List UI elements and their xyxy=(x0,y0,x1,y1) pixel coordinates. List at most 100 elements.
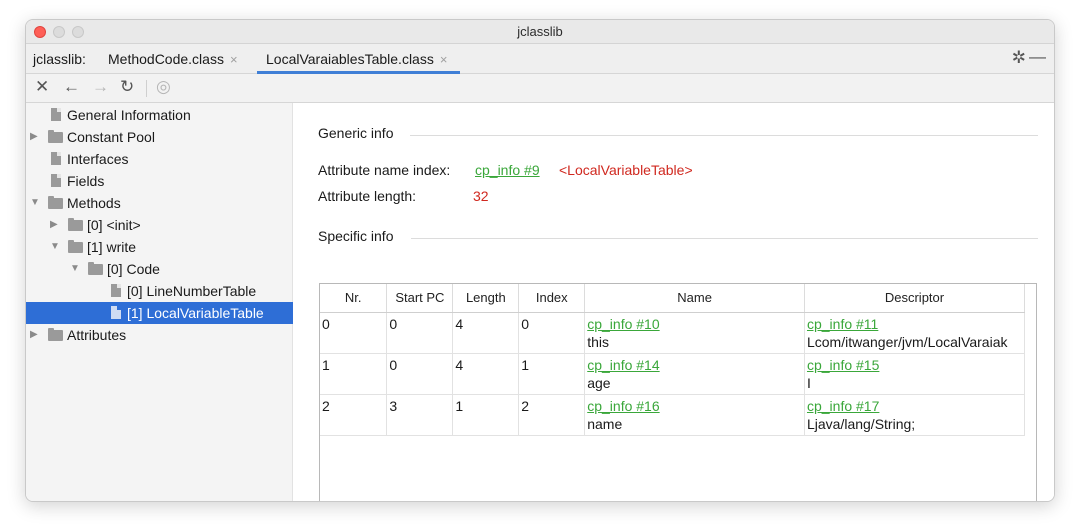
close-icon[interactable]: ✕ xyxy=(35,77,49,97)
title-bar: jclasslib xyxy=(26,20,1054,44)
app-window: jclasslib jclasslib: MethodCode.class × L… xyxy=(25,19,1055,502)
attr-name-index-link[interactable]: cp_info #9 xyxy=(475,162,540,178)
name-value: age xyxy=(587,374,611,391)
tab-label: LocalVaraiablesTable.class xyxy=(266,51,434,67)
tree-item-constant-pool[interactable]: ▶ Constant Pool xyxy=(26,126,293,148)
file-icon xyxy=(51,174,61,187)
tab-close-icon[interactable]: × xyxy=(230,52,238,67)
minimize-panel-icon[interactable]: — xyxy=(1029,47,1046,67)
collapse-arrow-icon[interactable]: ▼ xyxy=(30,192,40,214)
section-divider xyxy=(411,238,1038,239)
cell-name: cp_info #14 age xyxy=(584,353,805,395)
name-value: name xyxy=(587,415,623,432)
forward-icon[interactable]: → xyxy=(92,77,109,97)
attr-name-index-value: <LocalVariableTable> xyxy=(559,162,693,178)
section-divider xyxy=(410,135,1038,136)
cell-length: 1 xyxy=(452,394,520,436)
name-cp-link[interactable]: cp_info #14 xyxy=(587,356,802,374)
cell-nr: 2 xyxy=(320,394,388,436)
cell-nr: 0 xyxy=(320,312,388,354)
window-title: jclasslib xyxy=(517,24,563,39)
table-row[interactable]: 2 3 1 2 cp_info #16 name cp_info #17 Ljava… xyxy=(320,394,1026,436)
cell-start-pc: 3 xyxy=(386,394,454,436)
file-icon xyxy=(111,306,121,319)
detail-pane: Generic info Attribute name index: cp_in… xyxy=(293,103,1054,501)
cell-descriptor: cp_info #11 Lcom/itwanger/jvm/LocalVaraia… xyxy=(804,312,1026,354)
cell-name: cp_info #10 this xyxy=(584,312,805,354)
cell-index: 0 xyxy=(518,312,586,354)
class-tree: General Information ▶ Constant Pool Inte… xyxy=(26,103,293,501)
tree-item-code[interactable]: ▼ [0] Code xyxy=(26,258,293,280)
refresh-icon[interactable]: ↻ xyxy=(120,77,134,97)
file-icon xyxy=(51,108,61,121)
window-controls xyxy=(34,26,84,38)
tab-bar: jclasslib: MethodCode.class × LocalVaraia… xyxy=(26,44,1054,74)
tree-item-interfaces[interactable]: Interfaces xyxy=(26,148,293,170)
back-icon[interactable]: ← xyxy=(63,77,80,97)
gear-icon[interactable]: ✲ xyxy=(1012,48,1026,68)
section-title-generic-info: Generic info xyxy=(318,125,394,141)
tree-item-label: [0] <init> xyxy=(87,217,141,233)
name-value: this xyxy=(587,333,610,350)
attr-length-label: Attribute length: xyxy=(318,188,417,204)
column-header-name[interactable]: Name xyxy=(584,284,805,313)
tab-methodcode[interactable]: MethodCode.class × xyxy=(108,51,238,67)
cell-index: 2 xyxy=(518,394,586,436)
folder-icon xyxy=(68,240,83,253)
folder-icon xyxy=(68,218,83,231)
tab-localvariablestable[interactable]: LocalVaraiablesTable.class × xyxy=(266,51,447,67)
cell-start-pc: 0 xyxy=(386,312,454,354)
toolbar: ✕ ← → ↻ ◎ xyxy=(26,74,1054,103)
column-header-nr[interactable]: Nr. xyxy=(320,284,388,313)
column-header-length[interactable]: Length xyxy=(452,284,520,313)
cell-start-pc: 0 xyxy=(386,353,454,395)
descriptor-cp-link[interactable]: cp_info #15 xyxy=(807,356,1022,374)
cell-length: 4 xyxy=(452,312,520,354)
column-header-descriptor[interactable]: Descriptor xyxy=(804,284,1026,313)
tree-item-label: [0] LineNumberTable xyxy=(127,283,257,299)
table: Nr. Start PC Length Index Name Descripto… xyxy=(320,284,1026,436)
name-cp-link[interactable]: cp_info #16 xyxy=(587,397,802,415)
descriptor-value: I xyxy=(806,374,811,391)
tree-item-label: [1] LocalVariableTable xyxy=(127,305,264,321)
column-header-start-pc[interactable]: Start PC xyxy=(386,284,454,313)
collapse-arrow-icon[interactable]: ▼ xyxy=(70,258,80,280)
folder-icon xyxy=(48,328,63,341)
tree-item-label: Interfaces xyxy=(67,151,129,167)
tree-item-label: Attributes xyxy=(67,327,127,343)
tree-item-local-variable-table[interactable]: [1] LocalVariableTable xyxy=(26,302,293,324)
tree-item-method-init[interactable]: ▶ [0] <init> xyxy=(26,214,293,236)
tree-item-fields[interactable]: Fields xyxy=(26,170,293,192)
cell-descriptor: cp_info #15 I xyxy=(804,353,1026,395)
tree-item-line-number-table[interactable]: [0] LineNumberTable xyxy=(26,280,293,302)
minimize-window-button[interactable] xyxy=(53,26,65,38)
column-header-index[interactable]: Index xyxy=(518,284,586,313)
descriptor-cp-link[interactable]: cp_info #11 xyxy=(807,315,1022,333)
local-variable-table: Nr. Start PC Length Index Name Descripto… xyxy=(319,283,1037,501)
tree-item-label: [0] Code xyxy=(107,261,160,277)
collapse-arrow-icon[interactable]: ▼ xyxy=(50,236,60,258)
cell-name: cp_info #16 name xyxy=(584,394,805,436)
expand-arrow-icon[interactable]: ▶ xyxy=(30,126,38,148)
file-icon xyxy=(111,284,121,297)
descriptor-cp-link[interactable]: cp_info #17 xyxy=(807,397,1022,415)
close-window-button[interactable] xyxy=(34,26,46,38)
tree-item-attributes[interactable]: ▶ Attributes xyxy=(26,324,293,346)
web-icon[interactable]: ◎ xyxy=(156,77,171,97)
expand-arrow-icon[interactable]: ▶ xyxy=(30,324,38,346)
tree-item-method-write[interactable]: ▼ [1] write xyxy=(26,236,293,258)
table-row[interactable]: 0 0 4 0 cp_info #10 this cp_info #11 Lcom/… xyxy=(320,312,1026,354)
folder-icon xyxy=(48,196,63,209)
name-cp-link[interactable]: cp_info #10 xyxy=(587,315,802,333)
tab-bar-prefix: jclasslib: xyxy=(33,51,86,67)
folder-icon xyxy=(88,262,103,275)
tab-close-icon[interactable]: × xyxy=(440,52,448,67)
table-row[interactable]: 1 0 4 1 cp_info #14 age cp_info #15 I xyxy=(320,353,1026,395)
zoom-window-button[interactable] xyxy=(72,26,84,38)
tree-item-general-information[interactable]: General Information xyxy=(26,104,293,126)
expand-arrow-icon[interactable]: ▶ xyxy=(50,214,58,236)
tree-item-label: [1] write xyxy=(87,239,137,255)
tab-label: MethodCode.class xyxy=(108,51,224,67)
tree-item-methods[interactable]: ▼ Methods xyxy=(26,192,293,214)
attr-name-index-label: Attribute name index: xyxy=(318,162,451,178)
